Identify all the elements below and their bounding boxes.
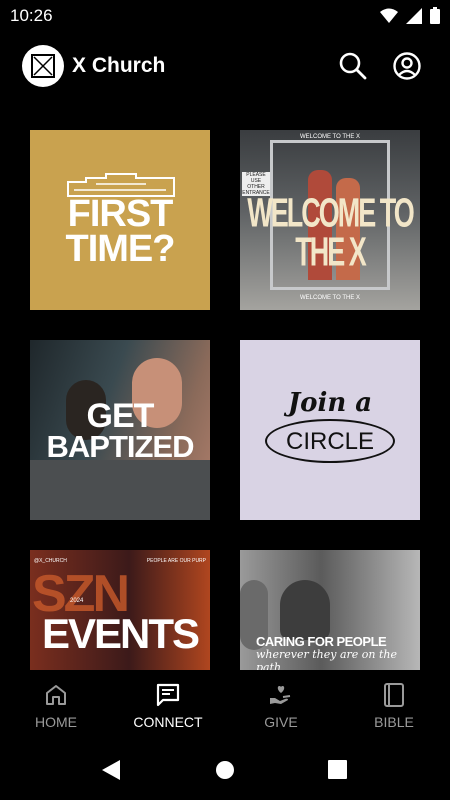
first-time-line1: FIRST <box>67 193 174 235</box>
wifi-icon <box>380 8 398 23</box>
events-year: 2024 <box>70 598 84 604</box>
give-icon <box>270 686 291 704</box>
x-logo-icon <box>31 54 55 78</box>
recents-icon[interactable] <box>328 760 347 779</box>
welcome-headline: WELCOME TO THE X <box>247 190 415 275</box>
status-bar: 10:26 <box>0 0 450 32</box>
signal-icon <box>406 7 422 24</box>
church-logo[interactable] <box>22 45 64 87</box>
nav-give[interactable]: GIVE <box>225 670 337 742</box>
app-header: X Church <box>0 32 450 100</box>
welcome-sign: WELCOME TO THE X <box>299 134 360 140</box>
bible-icon <box>384 683 404 707</box>
home-circle-icon[interactable] <box>215 760 235 780</box>
status-time: 10:26 <box>10 6 53 25</box>
nav-connect[interactable]: CONNECT <box>112 670 224 742</box>
events-title: EVENTS <box>41 610 200 657</box>
account-icon[interactable] <box>391 50 423 82</box>
nav-home[interactable]: HOME <box>0 670 112 742</box>
baptism-pool <box>30 460 210 520</box>
search-icon[interactable] <box>337 50 369 82</box>
caring-line2: wherever they are on the path <box>256 648 398 670</box>
nav-give-label: GIVE <box>264 714 298 730</box>
get-baptized-tile[interactable]: GET BAPTIZED <box>30 340 210 520</box>
first-time-tile[interactable]: FIRST TIME? <box>30 130 210 310</box>
status-icons <box>380 7 440 24</box>
caring-line1: CARING FOR PEOPLE <box>256 634 387 649</box>
system-nav-bar <box>0 742 450 800</box>
events-tile[interactable]: SZN @X_CHURCH PEOPLE ARE OUR PURP 2024 E… <box>30 550 210 670</box>
caring-tile[interactable]: CARING FOR PEOPLE wherever they are on t… <box>240 550 420 670</box>
nav-bible[interactable]: BIBLE <box>338 670 450 742</box>
join-a-script: Join a <box>287 388 373 418</box>
nav-connect-label: CONNECT <box>133 714 203 730</box>
get-baptized-line2: BAPTIZED <box>46 429 195 464</box>
join-circle-tile[interactable]: Join a CIRCLE <box>240 340 420 520</box>
person-figure <box>280 580 330 640</box>
bottom-nav: HOME CONNECT GIVE BIBLE <box>0 670 450 742</box>
circle-word: CIRCLE <box>285 428 375 455</box>
nav-home-label: HOME <box>35 714 77 730</box>
battery-icon <box>430 7 440 24</box>
welcome-caption: WELCOME TO THE X <box>299 295 360 301</box>
app-title: X Church <box>72 54 166 77</box>
nav-bible-label: BIBLE <box>374 714 414 730</box>
get-baptized-line1: GET <box>86 397 155 435</box>
events-handle: @X_CHURCH <box>34 558 67 564</box>
welcome-tile[interactable]: WELCOME TO THE X PLEASE USE OTHER ENTRAN… <box>240 130 420 310</box>
chat-icon <box>156 683 180 707</box>
events-tagline: PEOPLE ARE OUR PURP <box>146 558 206 564</box>
first-time-line2: TIME? <box>65 228 176 270</box>
home-icon <box>46 685 66 705</box>
back-icon[interactable] <box>101 759 121 781</box>
